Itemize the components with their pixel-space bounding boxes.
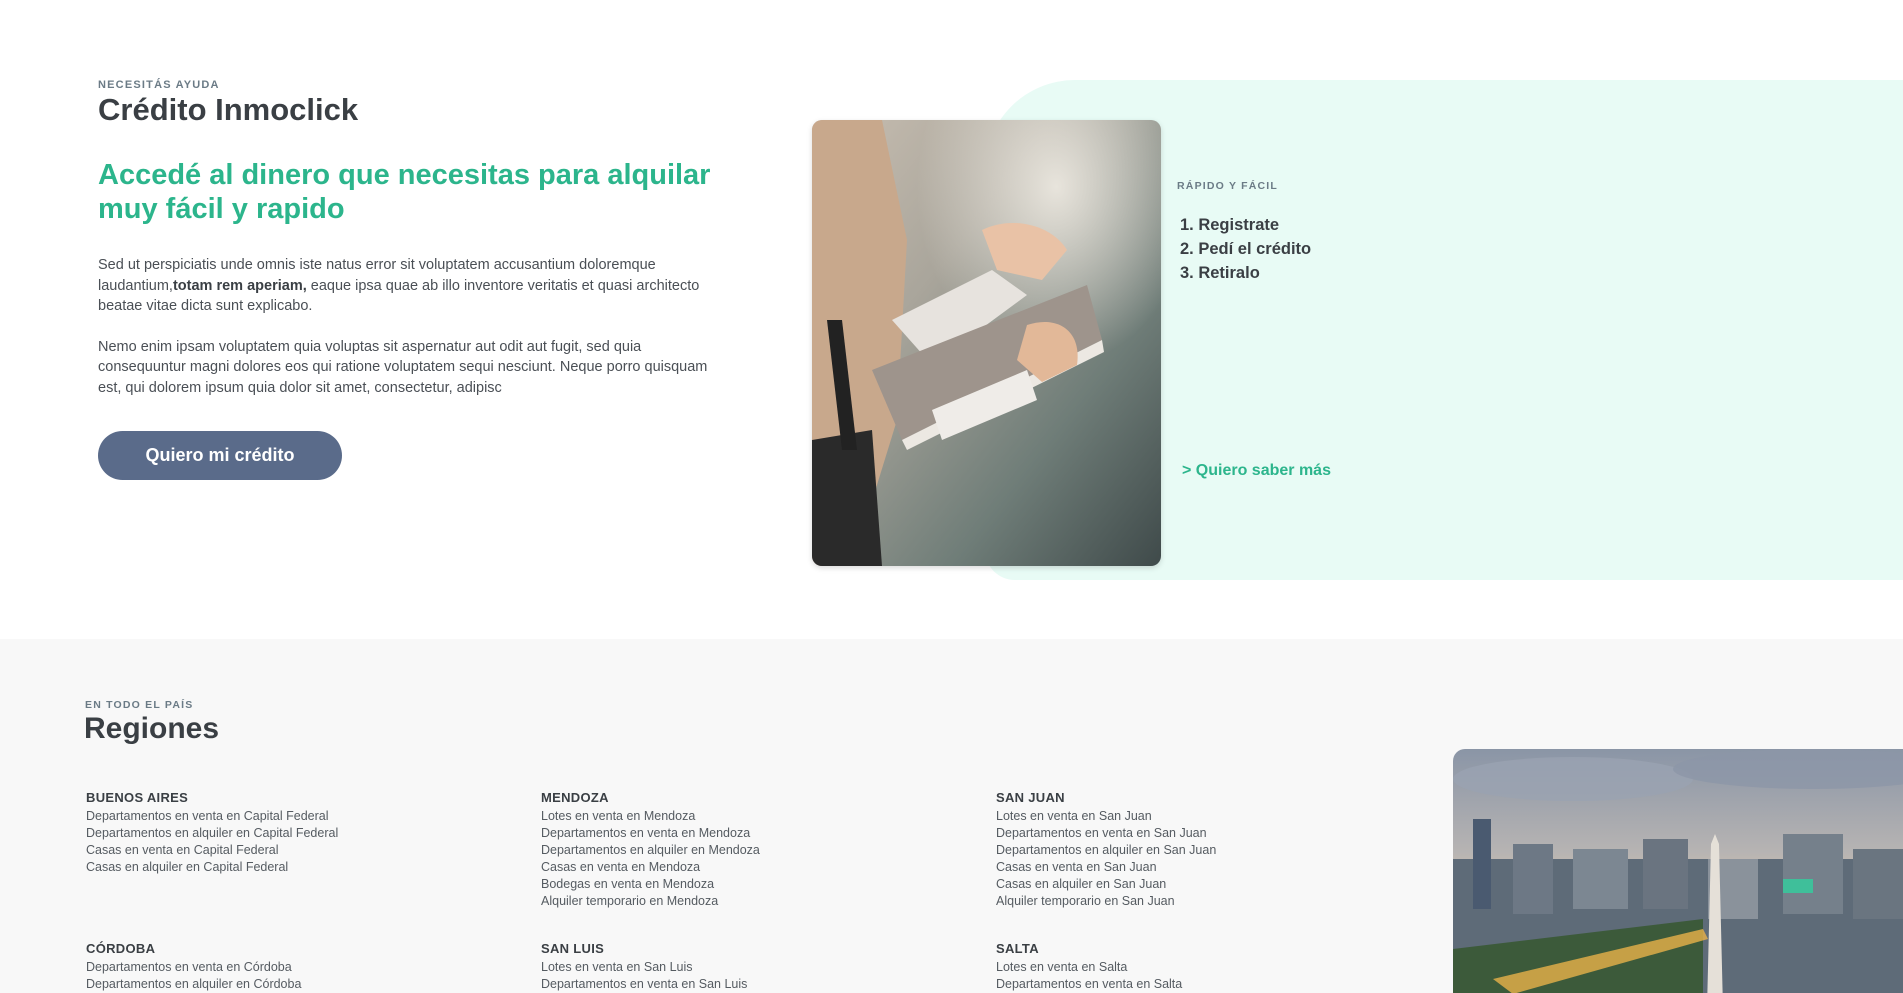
region-link[interactable]: Casas en venta en Mendoza (541, 859, 961, 876)
region-link[interactable]: Departamentos en venta en Salta (996, 976, 1416, 993)
quiero-mi-credito-button[interactable]: Quiero mi crédito (98, 431, 342, 480)
quiero-saber-mas-link[interactable]: > Quiero saber más (1182, 462, 1331, 480)
credit-paragraph-1: Sed ut perspiciatis unde omnis iste natu… (98, 255, 708, 317)
credit-paragraph-2: Nemo enim ipsam voluptatem quia voluptas… (98, 338, 708, 396)
credit-eyebrow: NECESITÁS AYUDA (98, 79, 220, 91)
region-link[interactable]: Casas en venta en Capital Federal (86, 842, 506, 859)
region-mendoza: MENDOZA Lotes en venta en Mendoza Depart… (541, 790, 961, 910)
regions-section: EN TODO EL PAÍS Regiones BUENOS AIRES De… (0, 639, 1903, 993)
region-name: BUENOS AIRES (86, 790, 189, 805)
city-skyline-photo (1453, 749, 1903, 993)
region-link[interactable]: Casas en alquiler en San Juan (996, 876, 1416, 893)
region-link[interactable]: Casas en alquiler en Capital Federal (86, 859, 506, 876)
region-link[interactable]: Departamentos en venta en Córdoba (86, 959, 506, 976)
region-links: Departamentos en venta en Córdoba Depart… (86, 959, 506, 993)
step-item: 3. Retiralo (1180, 264, 1260, 282)
region-link[interactable]: Departamentos en alquiler en Mendoza (541, 842, 961, 859)
region-links: Lotes en venta en San Luis Departamentos… (541, 959, 961, 993)
region-link[interactable]: Bodegas en venta en Mendoza (541, 876, 961, 893)
region-links: Lotes en venta en Mendoza Departamentos … (541, 808, 961, 910)
region-name: SALTA (996, 941, 1039, 956)
region-name: SAN LUIS (541, 941, 605, 956)
region-link[interactable]: Alquiler temporario en San Juan (996, 893, 1416, 910)
credit-title: Crédito Inmoclick (98, 92, 359, 127)
steps-eyebrow: RÁPIDO Y FÁCIL (1177, 180, 1279, 192)
region-link[interactable]: Departamentos en venta en San Juan (996, 825, 1416, 842)
region-link[interactable]: Departamentos en venta en San Luis (541, 976, 961, 993)
regions-title: Regiones (84, 712, 220, 745)
region-name: CÓRDOBA (86, 941, 156, 956)
region-link[interactable]: Departamentos en alquiler en Córdoba (86, 976, 506, 993)
regions-eyebrow: EN TODO EL PAÍS (85, 699, 194, 711)
region-link[interactable]: Lotes en venta en San Juan (996, 808, 1416, 825)
region-san-luis: SAN LUIS Lotes en venta en San Luis Depa… (541, 941, 961, 993)
region-link[interactable]: Lotes en venta en Mendoza (541, 808, 961, 825)
region-san-juan: SAN JUAN Lotes en venta en San Juan Depa… (996, 790, 1416, 910)
credit-section: NECESITÁS AYUDA Crédito Inmoclick Accedé… (0, 0, 1903, 639)
region-link[interactable]: Departamentos en venta en Mendoza (541, 825, 961, 842)
buenos-aires-skyline-image (1453, 749, 1903, 993)
step-item: 1. Registrate (1180, 216, 1280, 234)
region-buenos-aires: BUENOS AIRES Departamentos en venta en C… (86, 790, 506, 876)
credit-description: Sed ut perspiciatis unde omnis iste natu… (98, 255, 708, 418)
region-name: MENDOZA (541, 790, 609, 805)
region-links: Lotes en venta en San Juan Departamentos… (996, 808, 1416, 910)
region-link[interactable]: Departamentos en alquiler en Capital Fed… (86, 825, 506, 842)
step-item: 2. Pedí el crédito (1180, 240, 1312, 258)
region-link[interactable]: Casas en venta en San Juan (996, 859, 1416, 876)
region-link[interactable]: Alquiler temporario en Mendoza (541, 893, 961, 910)
region-links: Lotes en venta en Salta Departamentos en… (996, 959, 1416, 993)
region-salta: SALTA Lotes en venta en Salta Departamen… (996, 941, 1416, 993)
region-cordoba: CÓRDOBA Departamentos en venta en Córdob… (86, 941, 506, 993)
region-link[interactable]: Departamentos en alquiler en San Juan (996, 842, 1416, 859)
credit-photo (812, 120, 1161, 566)
credit-headline: Accedé al dinero que necesitas para alqu… (98, 159, 711, 225)
region-links: Departamentos en venta en Capital Federa… (86, 808, 506, 876)
region-link[interactable]: Departamentos en venta en Capital Federa… (86, 808, 506, 825)
region-link[interactable]: Lotes en venta en Salta (996, 959, 1416, 976)
region-name: SAN JUAN (996, 790, 1065, 805)
person-holding-folder-image (812, 120, 1161, 566)
paragraph-bold-text: totam rem aperiam, (172, 277, 307, 294)
region-link[interactable]: Lotes en venta en San Luis (541, 959, 961, 976)
steps-list: 1. Registrate 2. Pedí el crédito 3. Reti… (1180, 213, 1311, 285)
